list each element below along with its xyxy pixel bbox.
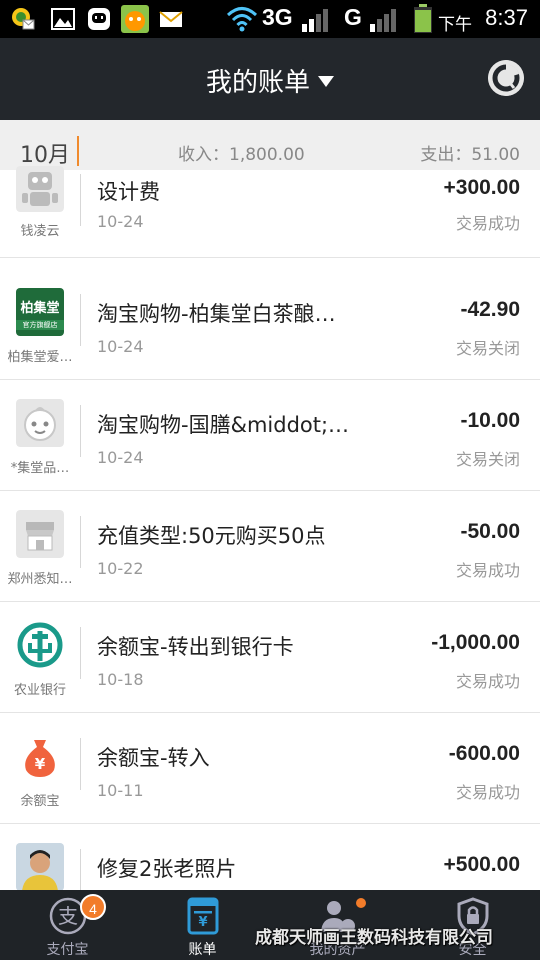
network-3g-label: 3G [262, 4, 293, 30]
transaction-status: 交易成功 [455, 214, 520, 233]
svg-text:¥: ¥ [35, 755, 46, 773]
signal-strength-icon [302, 9, 328, 32]
transaction-row[interactable]: 修复2张老照片 +500.00 [0, 825, 540, 901]
pie-chart-icon[interactable] [488, 60, 524, 96]
app-notification-icon [121, 5, 149, 33]
month-divider [77, 136, 79, 166]
month-selector[interactable]: 10月 [20, 137, 70, 169]
row-divider [80, 405, 81, 457]
merchant-name: 钱凌云 [20, 224, 60, 239]
merchant-name: 农业银行 [13, 683, 66, 698]
transaction-row[interactable]: 郑州悉知… 充值类型:50元购买50点 10-22 -50.00 交易成功 [0, 492, 540, 602]
transaction-status: 交易关闭 [455, 339, 520, 358]
image-notification-icon [51, 8, 75, 30]
merchant-name: 余额宝 [20, 794, 60, 809]
transaction-row[interactable]: 农业银行 余额宝-转出到银行卡 10-18 -1,000.00 交易成功 [0, 603, 540, 713]
mail-icon [159, 11, 183, 27]
store-logo-subtext: 官方旗舰店 [16, 320, 64, 330]
row-divider [80, 294, 81, 346]
bill-icon: ¥ [187, 897, 219, 935]
robot-avatar-icon [16, 166, 64, 212]
tab-label: 支付宝 [46, 942, 89, 958]
transaction-title: 余额宝-转出到银行卡 [97, 635, 294, 659]
page-title: 我的账单 [205, 68, 310, 98]
face-avatar-icon [16, 399, 64, 447]
transaction-amount: -10.00 [460, 409, 520, 432]
transaction-date: 10-24 [97, 337, 144, 356]
store-logo-text: 柏集堂 [20, 301, 60, 316]
transaction-amount: +300.00 [443, 176, 521, 199]
transaction-status: 交易成功 [455, 561, 520, 580]
transaction-title: 余额宝-转入 [97, 746, 210, 770]
transaction-title: 修复2张老照片 [97, 857, 237, 881]
transaction-row[interactable]: 钱凌云 设计费 10-24 +300.00 交易成功 [0, 166, 540, 258]
svg-text:支: 支 [58, 904, 78, 928]
transaction-row[interactable]: ¥ 余额宝 余额宝-转入 10-11 -600.00 交易成功 [0, 714, 540, 824]
transaction-status: 交易成功 [455, 783, 520, 802]
tab-label: 账单 [188, 942, 217, 958]
transaction-date: 10-18 [97, 670, 144, 689]
status-ampm: 下午 [438, 15, 472, 35]
money-bag-icon: ¥ [16, 732, 64, 780]
transaction-row[interactable]: *集堂品… 淘宝购物-国膳&middot;… 10-24 -10.00 交易关闭 [0, 381, 540, 491]
signal-strength-2-icon [370, 9, 396, 32]
transaction-date: 10-22 [97, 559, 144, 578]
battery-icon [414, 4, 432, 33]
transaction-row[interactable]: 柏集堂 官方旗舰店 柏集堂爱… 淘宝购物-柏集堂白茶酿… 10-24 -42.9… [0, 270, 540, 380]
chat-notification-icon [12, 8, 35, 30]
photo-avatar-icon [16, 843, 64, 891]
merchant-name: *集堂品… [10, 461, 70, 476]
store-logo-icon: 柏集堂 官方旗舰店 [16, 288, 64, 336]
transaction-amount: +500.00 [443, 853, 521, 876]
abc-bank-icon [16, 621, 64, 669]
shop-icon [16, 510, 64, 558]
notification-badge: 4 [80, 894, 106, 920]
row-divider [80, 516, 81, 568]
watermark: 成都天师画王数码科技有限公司 [255, 928, 493, 948]
transaction-amount: -50.00 [460, 520, 520, 543]
network-g-label: G [344, 4, 362, 30]
caret-down-icon [318, 76, 334, 87]
transaction-date: 10-24 [97, 212, 144, 231]
transaction-amount: -1,000.00 [431, 631, 520, 654]
tab-alipay[interactable]: 支 4 支付宝 [0, 890, 135, 960]
expense-total: 支出：51.00 [420, 145, 520, 165]
row-divider [80, 627, 81, 679]
merchant-name: 柏集堂爱… [7, 350, 73, 365]
income-total: 收入：1,800.00 [178, 145, 305, 165]
transaction-amount: -42.90 [460, 298, 520, 321]
wifi-icon [226, 7, 258, 32]
transaction-date: 10-11 [97, 781, 144, 800]
transaction-title: 充值类型:50元购买50点 [97, 524, 326, 548]
bill-filter-dropdown[interactable]: 我的账单 [0, 62, 540, 99]
tab-bill[interactable]: ¥ 账单 [135, 890, 270, 960]
transaction-title: 淘宝购物-国膳&middot;… [97, 413, 350, 437]
status-bar: 3G G 下午 8:37 [0, 0, 540, 38]
transaction-amount: -600.00 [448, 742, 520, 765]
status-time: 8:37 [485, 5, 528, 30]
merchant-name: 郑州悉知… [7, 572, 73, 587]
transaction-date: 10-24 [97, 448, 144, 467]
transaction-status: 交易关闭 [455, 450, 520, 469]
transaction-status: 交易成功 [455, 672, 520, 691]
svg-text:¥: ¥ [198, 915, 207, 930]
transaction-title: 淘宝购物-柏集堂白茶酿… [97, 302, 336, 326]
notification-dot [356, 898, 366, 908]
row-divider [80, 738, 81, 790]
app-header: 我的账单 [0, 38, 540, 120]
row-divider [80, 174, 81, 226]
qq-notification-icon [88, 8, 110, 30]
transaction-title: 设计费 [97, 180, 160, 204]
